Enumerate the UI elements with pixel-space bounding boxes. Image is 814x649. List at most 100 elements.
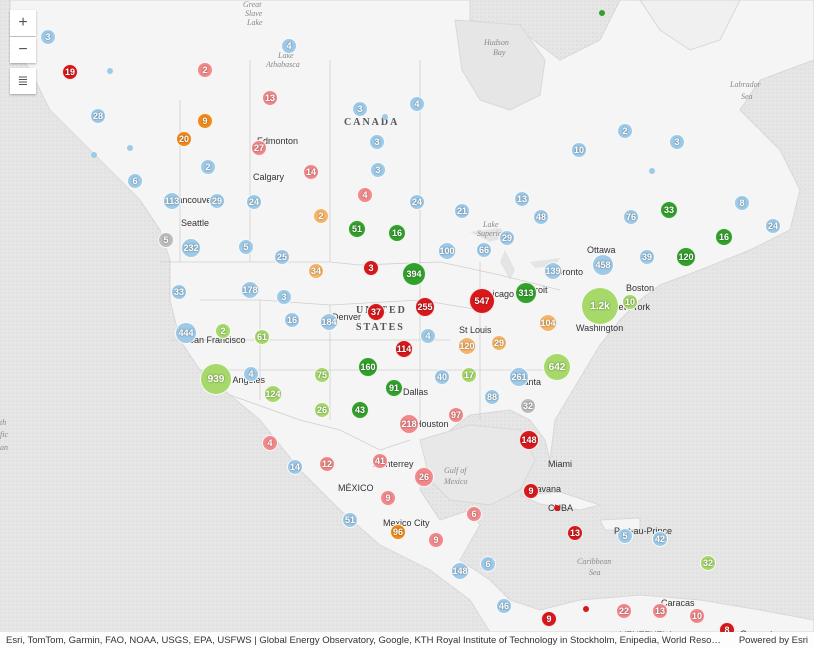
cluster-marker[interactable]: 4 [281, 38, 297, 54]
cluster-marker[interactable]: 5 [238, 239, 254, 255]
cluster-marker[interactable]: 5 [617, 528, 633, 544]
cluster-marker[interactable]: 8 [734, 195, 750, 211]
cluster-marker[interactable]: 3 [369, 134, 385, 150]
cluster-marker[interactable]: 232 [181, 238, 201, 258]
cluster-marker[interactable]: 3 [40, 29, 56, 45]
cluster-marker[interactable]: 66 [476, 242, 492, 258]
map-view[interactable]: Great Slave Lake Lake Athabasca Hudson Bay Labr… [0, 0, 814, 632]
cluster-marker[interactable]: 939 [200, 363, 232, 395]
cluster-marker[interactable]: 24 [765, 218, 781, 234]
cluster-marker[interactable]: 17 [461, 367, 477, 383]
zoom-out-button[interactable]: − [10, 37, 36, 63]
cluster-marker[interactable]: 33 [171, 284, 187, 300]
cluster-marker[interactable]: 3 [669, 134, 685, 150]
cluster-marker[interactable]: 100 [438, 242, 456, 260]
cluster-marker[interactable]: 261 [509, 367, 529, 387]
zoom-in-button[interactable]: + [10, 10, 36, 36]
cluster-marker[interactable]: 48 [533, 209, 549, 225]
cluster-marker[interactable]: 16 [388, 224, 406, 242]
cluster-marker[interactable]: 1.2k [581, 287, 619, 325]
cluster-marker[interactable]: 96 [390, 524, 406, 540]
attribution-text[interactable]: Esri, TomTom, Garmin, FAO, NOAA, USGS, E… [6, 635, 726, 646]
cluster-marker[interactable]: 114 [395, 340, 413, 358]
cluster-marker[interactable]: 25 [274, 249, 290, 265]
cluster-marker[interactable]: 3 [370, 162, 386, 178]
cluster-marker[interactable]: 10 [622, 294, 638, 310]
cluster-marker[interactable]: 32 [700, 555, 716, 571]
cluster-marker[interactable]: 27 [251, 140, 267, 156]
cluster-marker[interactable]: 104 [539, 314, 557, 332]
point-marker[interactable] [599, 10, 605, 16]
cluster-marker[interactable]: 13 [652, 603, 668, 619]
cluster-marker[interactable]: 10 [571, 142, 587, 158]
cluster-marker[interactable]: 97 [448, 407, 464, 423]
cluster-marker[interactable]: 33 [660, 201, 678, 219]
cluster-marker[interactable]: 458 [592, 254, 614, 276]
cluster-marker[interactable]: 34 [308, 263, 324, 279]
cluster-marker[interactable]: 2 [617, 123, 633, 139]
cluster-marker[interactable]: 5 [158, 232, 174, 248]
cluster-marker[interactable]: 148 [451, 562, 469, 580]
cluster-marker[interactable]: 160 [358, 357, 378, 377]
cluster-marker[interactable]: 255 [415, 297, 435, 317]
cluster-marker[interactable]: 22 [616, 603, 632, 619]
cluster-marker[interactable]: 42 [652, 531, 668, 547]
point-marker[interactable] [649, 168, 655, 174]
cluster-marker[interactable]: 14 [287, 459, 303, 475]
cluster-marker[interactable]: 16 [284, 312, 300, 328]
point-marker[interactable] [107, 68, 113, 74]
cluster-marker[interactable]: 9 [523, 483, 539, 499]
cluster-marker[interactable]: 26 [414, 467, 434, 487]
point-marker[interactable] [554, 505, 560, 511]
cluster-marker[interactable]: 547 [469, 288, 495, 314]
cluster-marker[interactable]: 76 [623, 209, 639, 225]
cluster-marker[interactable]: 37 [367, 303, 385, 321]
cluster-marker[interactable]: 394 [402, 262, 426, 286]
cluster-marker[interactable]: 3 [276, 289, 292, 305]
cluster-marker[interactable]: 9 [197, 113, 213, 129]
cluster-marker[interactable]: 4 [409, 96, 425, 112]
cluster-marker[interactable]: 24 [246, 194, 262, 210]
cluster-marker[interactable]: 46 [496, 598, 512, 614]
cluster-marker[interactable]: 9 [541, 611, 557, 627]
cluster-marker[interactable]: 41 [372, 453, 388, 469]
cluster-marker[interactable]: 4 [243, 366, 259, 382]
cluster-marker[interactable]: 3 [363, 260, 379, 276]
cluster-marker[interactable]: 139 [544, 262, 562, 280]
point-marker[interactable] [583, 606, 589, 612]
point-marker[interactable] [91, 152, 97, 158]
cluster-marker[interactable]: 28 [90, 108, 106, 124]
cluster-marker[interactable]: 91 [385, 379, 403, 397]
cluster-marker[interactable]: 2 [197, 62, 213, 78]
cluster-marker[interactable]: 12 [319, 456, 335, 472]
powered-by-esri[interactable]: Powered by Esri [739, 635, 808, 646]
cluster-marker[interactable]: 14 [303, 164, 319, 180]
cluster-marker[interactable]: 6 [127, 173, 143, 189]
cluster-marker[interactable]: 9 [380, 490, 396, 506]
cluster-marker[interactable]: 29 [491, 335, 507, 351]
cluster-marker[interactable]: 29 [209, 193, 225, 209]
cluster-marker[interactable]: 13 [262, 90, 278, 106]
layer-list-icon[interactable]: ≣ [10, 68, 36, 94]
cluster-marker[interactable]: 88 [484, 389, 500, 405]
cluster-marker[interactable]: 6 [466, 506, 482, 522]
cluster-marker[interactable]: 29 [499, 230, 515, 246]
cluster-marker[interactable]: 184 [320, 313, 338, 331]
cluster-marker[interactable]: 21 [454, 203, 470, 219]
cluster-marker[interactable]: 40 [434, 369, 450, 385]
cluster-marker[interactable]: 218 [399, 414, 419, 434]
cluster-marker[interactable]: 4 [420, 328, 436, 344]
cluster-marker[interactable]: 32 [520, 398, 536, 414]
cluster-marker[interactable]: 2 [313, 208, 329, 224]
cluster-marker[interactable]: 124 [264, 385, 282, 403]
cluster-marker[interactable]: 16 [715, 228, 733, 246]
cluster-marker[interactable]: 178 [241, 281, 259, 299]
cluster-marker[interactable]: 642 [543, 353, 571, 381]
cluster-marker[interactable]: 75 [314, 367, 330, 383]
cluster-marker[interactable]: 51 [348, 220, 366, 238]
cluster-marker[interactable]: 2 [200, 159, 216, 175]
cluster-marker[interactable]: 444 [175, 322, 197, 344]
cluster-marker[interactable]: 8 [719, 622, 735, 632]
cluster-marker[interactable]: 20 [176, 131, 192, 147]
cluster-marker[interactable]: 4 [262, 435, 278, 451]
